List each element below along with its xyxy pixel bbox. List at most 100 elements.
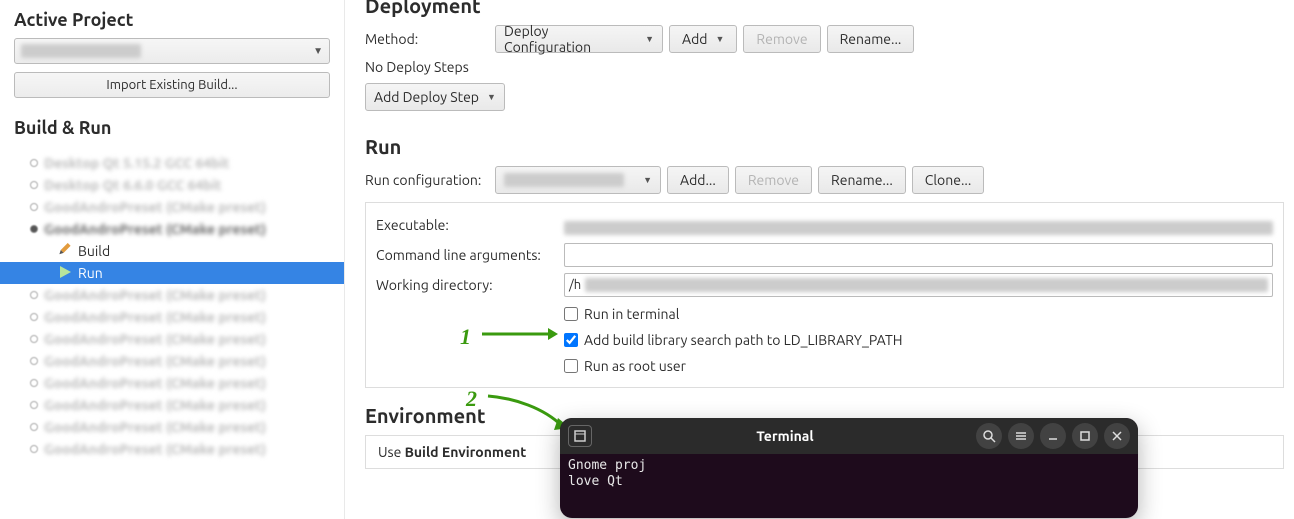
- add-label: Add: [682, 31, 707, 47]
- terminal-title: Terminal: [600, 428, 970, 444]
- radio-icon: [30, 357, 38, 365]
- run-config-dropdown[interactable]: ▼: [495, 166, 661, 194]
- kit-item[interactable]: GoodAndroPreset (CMake preset): [0, 394, 344, 416]
- kit-item[interactable]: GoodAndroPreset (CMake preset): [0, 196, 344, 218]
- radio-icon: [30, 225, 38, 233]
- run-as-root-row[interactable]: Run as root user: [564, 353, 1273, 379]
- ld-library-path-label: Add build library search path to LD_LIBR…: [584, 332, 903, 348]
- run-add-button[interactable]: Add...: [667, 166, 729, 194]
- chevron-down-icon: ▼: [715, 34, 724, 44]
- kit-label: Desktop Qt 5.15.2 GCC 64bit: [44, 155, 229, 171]
- use-bold: Build Environment: [405, 444, 527, 460]
- project-name-blurred: [21, 44, 141, 58]
- run-clone-button[interactable]: Clone...: [912, 166, 985, 194]
- terminal-tab-button[interactable]: [568, 425, 592, 447]
- play-icon: [58, 265, 72, 279]
- sidebar: Active Project ▼ Import Existing Build..…: [0, 0, 345, 519]
- deploy-remove-button: Remove: [743, 25, 820, 53]
- run-in-terminal-checkbox[interactable]: [564, 307, 578, 321]
- add-step-label: Add Deploy Step: [374, 89, 479, 105]
- radio-icon: [30, 379, 38, 387]
- kit-item[interactable]: GoodAndroPreset (CMake preset): [0, 306, 344, 328]
- annotation-1: 1: [460, 324, 471, 350]
- kit-label: GoodAndroPreset (CMake preset): [44, 353, 266, 369]
- chevron-down-icon: ▼: [645, 34, 654, 44]
- run-heading: Run: [365, 135, 1284, 158]
- kit-label: GoodAndroPreset (CMake preset): [44, 419, 266, 435]
- chevron-down-icon: ▼: [313, 45, 323, 57]
- cmdline-label: Command line arguments:: [376, 247, 564, 263]
- deploy-method-value: Deploy Configuration: [504, 23, 635, 55]
- search-icon[interactable]: [976, 423, 1002, 449]
- close-icon[interactable]: [1104, 423, 1130, 449]
- ld-library-path-row[interactable]: Add build library search path to LD_LIBR…: [564, 327, 1273, 353]
- kit-label: GoodAndroPreset (CMake preset): [44, 287, 266, 303]
- kit-label: GoodAndroPreset (CMake preset): [44, 441, 266, 457]
- use-prefix: Use: [378, 444, 405, 460]
- terminal-tab-icon: [574, 430, 586, 442]
- active-project-dropdown[interactable]: ▼: [14, 38, 330, 64]
- annotation-2: 2: [466, 386, 477, 412]
- kit-label: GoodAndroPreset (CMake preset): [44, 221, 266, 237]
- terminal-titlebar: Terminal: [560, 418, 1138, 454]
- kit-build-item[interactable]: Build: [0, 240, 344, 262]
- run-config-value-blurred: [504, 173, 624, 187]
- kit-item[interactable]: Desktop Qt 6.6.0 GCC 64bit: [0, 174, 344, 196]
- build-run-heading: Build & Run: [0, 114, 344, 146]
- chevron-down-icon: ▼: [487, 92, 496, 102]
- kit-item[interactable]: GoodAndroPreset (CMake preset): [0, 372, 344, 394]
- run-details-frame: Executable: Command line arguments: Work…: [365, 202, 1284, 388]
- workdir-label: Working directory:: [376, 277, 564, 293]
- deploy-rename-button[interactable]: Rename...: [827, 25, 915, 53]
- kit-label: GoodAndroPreset (CMake preset): [44, 397, 266, 413]
- workdir-prefix: /h: [569, 278, 581, 292]
- ld-library-path-checkbox[interactable]: [564, 333, 578, 347]
- build-label: Build: [78, 243, 110, 259]
- radio-icon: [30, 423, 38, 431]
- kit-label: Desktop Qt 6.6.0 GCC 64bit: [44, 177, 222, 193]
- active-project-heading: Active Project: [0, 6, 344, 38]
- method-label: Method:: [365, 31, 495, 47]
- chevron-down-icon: ▼: [643, 175, 652, 185]
- kit-run-item[interactable]: Run: [0, 262, 344, 284]
- radio-icon: [30, 291, 38, 299]
- radio-icon: [30, 313, 38, 321]
- cmdline-input[interactable]: [564, 243, 1273, 267]
- kit-item[interactable]: GoodAndroPreset (CMake preset): [0, 284, 344, 306]
- hamburger-icon[interactable]: [1008, 423, 1034, 449]
- radio-icon: [30, 181, 38, 189]
- run-in-terminal-row[interactable]: Run in terminal: [564, 301, 1273, 327]
- radio-icon: [30, 335, 38, 343]
- kit-item-selected[interactable]: GoodAndroPreset (CMake preset): [0, 218, 344, 240]
- annotation-arrow-1: [480, 320, 560, 350]
- deploy-method-dropdown[interactable]: Deploy Configuration ▼: [495, 25, 663, 53]
- kit-item[interactable]: GoodAndroPreset (CMake preset): [0, 328, 344, 350]
- minimize-icon[interactable]: [1040, 423, 1066, 449]
- run-remove-button: Remove: [735, 166, 812, 194]
- add-deploy-step-button[interactable]: Add Deploy Step ▼: [365, 83, 505, 111]
- run-rename-button[interactable]: Rename...: [818, 166, 906, 194]
- executable-value-blurred: [564, 221, 1273, 235]
- radio-icon: [30, 203, 38, 211]
- run-config-label: Run configuration:: [365, 172, 495, 188]
- kit-item[interactable]: Desktop Qt 5.15.2 GCC 64bit: [0, 152, 344, 174]
- no-deploy-steps-text: No Deploy Steps: [365, 59, 1284, 75]
- radio-icon: [30, 159, 38, 167]
- run-as-root-checkbox[interactable]: [564, 359, 578, 373]
- kit-list: Desktop Qt 5.15.2 GCC 64bit Desktop Qt 6…: [0, 146, 344, 460]
- kit-label: GoodAndroPreset (CMake preset): [44, 199, 266, 215]
- radio-icon: [30, 401, 38, 409]
- import-existing-build-button[interactable]: Import Existing Build...: [14, 72, 330, 98]
- kit-label: GoodAndroPreset (CMake preset): [44, 331, 266, 347]
- deploy-add-button[interactable]: Add ▼: [669, 25, 737, 53]
- kit-item[interactable]: GoodAndroPreset (CMake preset): [0, 350, 344, 372]
- kit-label: GoodAndroPreset (CMake preset): [44, 375, 266, 391]
- kit-item[interactable]: GoodAndroPreset (CMake preset): [0, 416, 344, 438]
- executable-label: Executable:: [376, 217, 564, 233]
- run-label: Run: [78, 265, 103, 281]
- deployment-heading: Deployment: [365, 0, 1284, 17]
- radio-icon: [30, 445, 38, 453]
- pencil-icon: [55, 240, 75, 260]
- maximize-icon[interactable]: [1072, 423, 1098, 449]
- kit-item[interactable]: GoodAndroPreset (CMake preset): [0, 438, 344, 460]
